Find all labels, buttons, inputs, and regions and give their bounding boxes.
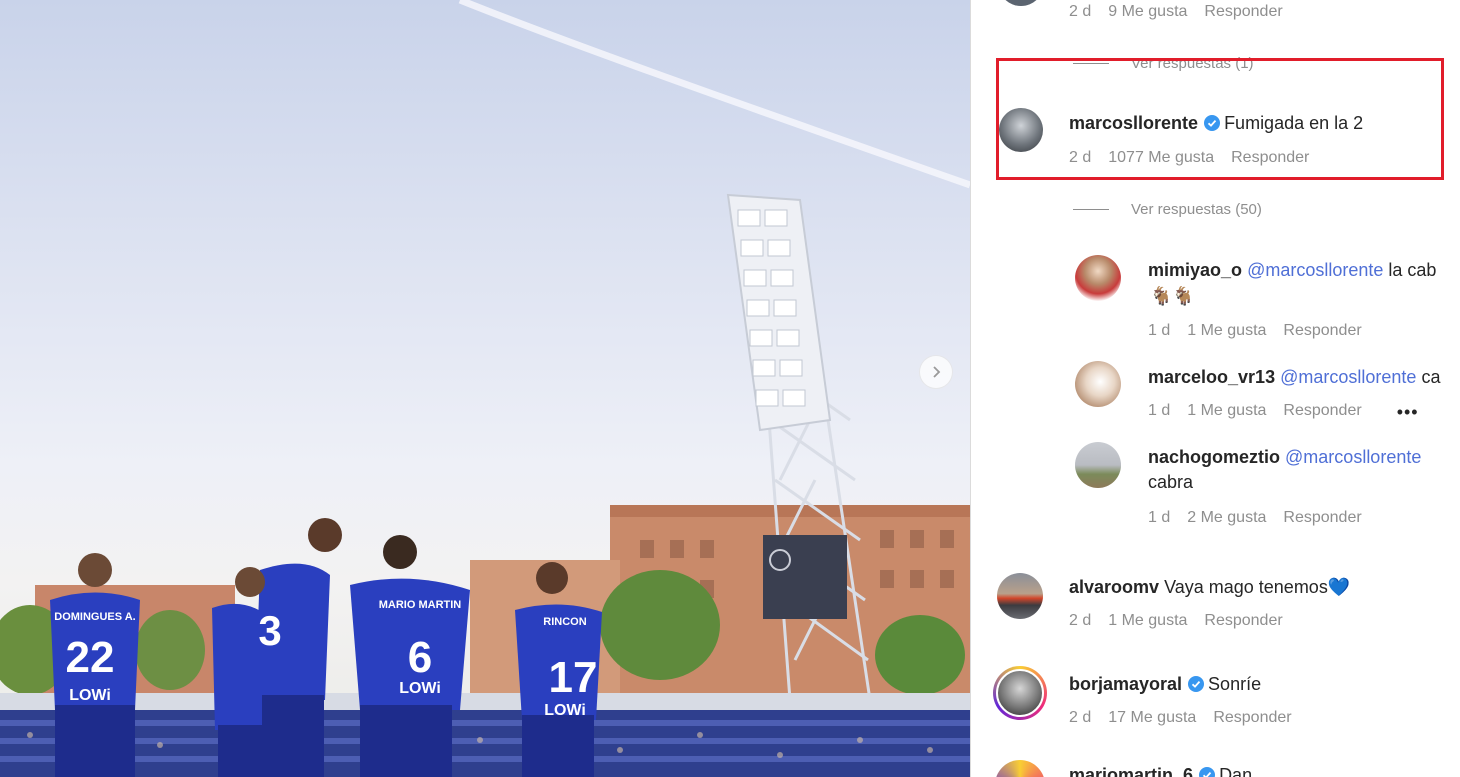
sponsor-logo: LOWi xyxy=(544,702,586,719)
jersey-name: MARIO MARTIN xyxy=(379,599,462,611)
like-count[interactable]: 1 Me gusta xyxy=(1187,322,1266,340)
jersey-number: 6 xyxy=(408,633,432,682)
comment-text: Sonríe xyxy=(1208,674,1262,694)
comment-age: 2 d xyxy=(1069,3,1092,20)
comment-meta: 2 d 17 Me gusta Responder xyxy=(1069,709,1292,727)
verified-badge-icon xyxy=(1188,676,1205,692)
sponsor-logo: LOWi xyxy=(399,680,441,697)
reply-button[interactable]: Responder xyxy=(1213,709,1291,727)
comment-age: 1 d xyxy=(1148,322,1171,339)
comment-mariomartin_6: mariomartin_6 Dan xyxy=(1069,764,1252,777)
jersey-name: DOMINGUES A. xyxy=(54,611,136,623)
comment-text: Dan xyxy=(1219,765,1253,777)
more-options-icon[interactable]: ••• xyxy=(1397,402,1419,423)
comment-text-line2: cabra xyxy=(1148,472,1194,492)
comment-meta: 1 d 2 Me gusta Responder xyxy=(1148,509,1362,527)
mention-link[interactable]: @marcosllorente xyxy=(1280,367,1416,387)
like-count[interactable]: 9 Me gusta xyxy=(1108,3,1187,21)
like-count[interactable]: 17 Me gusta xyxy=(1108,709,1196,727)
comment-alvaroomv: alvaroomv Vaya mago tenemos💙 xyxy=(1069,576,1350,598)
like-count[interactable]: 2 Me gusta xyxy=(1187,509,1266,527)
like-count[interactable]: 1 Me gusta xyxy=(1187,402,1266,423)
like-count[interactable]: 1 Me gusta xyxy=(1108,612,1187,630)
highlight-box xyxy=(996,58,1444,180)
comment-age: 2 d xyxy=(1069,612,1092,629)
comment-username[interactable]: mariomartin_6 xyxy=(1069,765,1193,777)
jersey-number: 3 xyxy=(258,607,281,654)
comment-age: 2 d xyxy=(1069,709,1092,726)
sponsor-logo: LOWi xyxy=(69,687,111,704)
reply-marceloo_vr13: marceloo_vr13 @marcosllorente ca xyxy=(1148,366,1440,388)
comment-text-line2: 🐐🐐 xyxy=(1150,286,1195,306)
comment-age: 1 d xyxy=(1148,509,1171,526)
comment-meta: 2 d 9 Me gusta Responder xyxy=(1069,3,1283,21)
jersey-name: RINCON xyxy=(543,616,586,628)
chevron-right-icon xyxy=(933,366,941,378)
verified-badge-icon xyxy=(1199,767,1216,777)
reply-nachogomeztio: nachogomeztio @marcosllorente xyxy=(1148,446,1421,468)
view-replies-button[interactable]: Ver respuestas (50) xyxy=(1073,201,1262,218)
view-replies-label: Ver respuestas (50) xyxy=(1131,201,1262,218)
comment-meta: 2 d 1 Me gusta Responder xyxy=(1069,612,1283,630)
comment-meta: 1 d 1 Me gusta Responder xyxy=(1148,322,1362,340)
avatar[interactable] xyxy=(997,573,1043,619)
reply-mimiyao_o: mimiyao_o @marcosllorente la cab xyxy=(1148,259,1436,281)
mention-link[interactable]: @marcosllorente xyxy=(1247,260,1383,280)
avatar[interactable] xyxy=(1075,361,1121,407)
comment-text: Vaya mago tenemos💙 xyxy=(1164,577,1351,597)
post-photo: DOMINGUES A. 22 3 MARIO MARTIN 6 RINCON … xyxy=(0,0,970,777)
jersey-number: 22 xyxy=(66,633,115,682)
reply-button[interactable]: Responder xyxy=(1204,612,1282,630)
carousel-next-button[interactable] xyxy=(919,355,953,389)
reply-button[interactable]: Responder xyxy=(1283,402,1361,423)
comment-username[interactable]: borjamayoral xyxy=(1069,674,1182,694)
avatar xyxy=(996,669,1044,717)
jersey-number: 17 xyxy=(549,653,598,702)
avatar[interactable] xyxy=(1075,442,1121,488)
avatar-story-ring[interactable] xyxy=(993,666,1047,720)
comment-username[interactable]: marceloo_vr13 xyxy=(1148,367,1275,387)
stadium-scene: DOMINGUES A. 22 3 MARIO MARTIN 6 RINCON … xyxy=(0,0,970,777)
comment-username[interactable]: mimiyao_o xyxy=(1148,260,1242,280)
reply-button[interactable]: Responder xyxy=(1283,322,1361,340)
comment-username[interactable]: alvaroomv xyxy=(1069,577,1159,597)
comment-borjamayoral: borjamayoral Sonríe xyxy=(1069,673,1261,695)
comment-text: ca xyxy=(1421,367,1441,387)
reply-button[interactable]: Responder xyxy=(1204,3,1282,21)
avatar[interactable] xyxy=(1075,255,1121,301)
comment-text: la cab xyxy=(1388,260,1437,280)
comment-username[interactable]: nachogomeztio xyxy=(1148,447,1280,467)
view-replies-dash xyxy=(1073,209,1109,210)
comment-age: 1 d xyxy=(1148,402,1171,419)
comment-meta: 1 d 1 Me gusta Responder ••• xyxy=(1148,402,1419,423)
reply-button[interactable]: Responder xyxy=(1283,509,1361,527)
mention-link[interactable]: @marcosllorente xyxy=(1285,447,1421,467)
